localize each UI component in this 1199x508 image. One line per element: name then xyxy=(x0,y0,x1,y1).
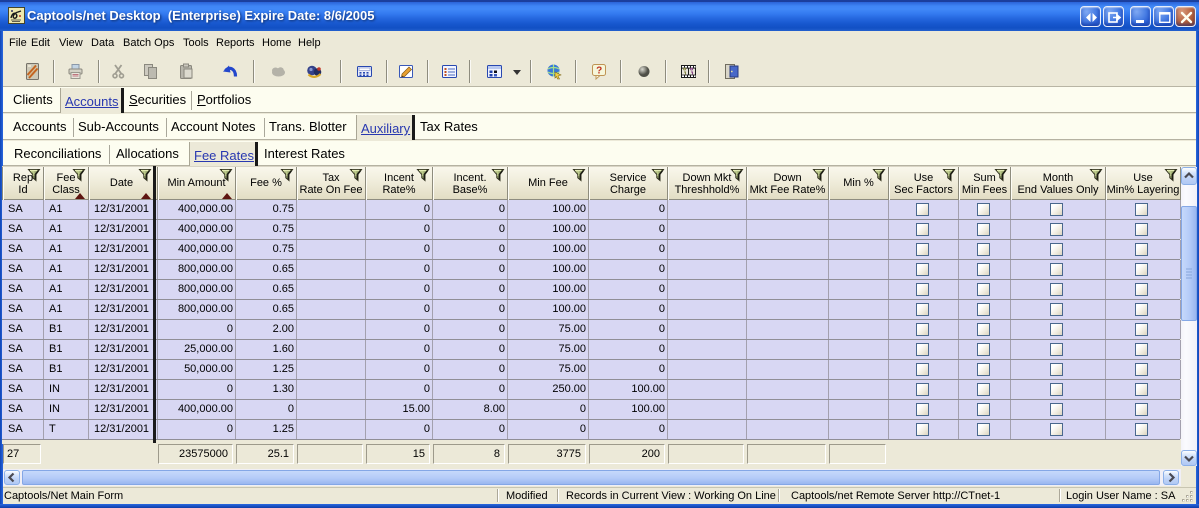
svg-text:?: ? xyxy=(596,66,602,77)
